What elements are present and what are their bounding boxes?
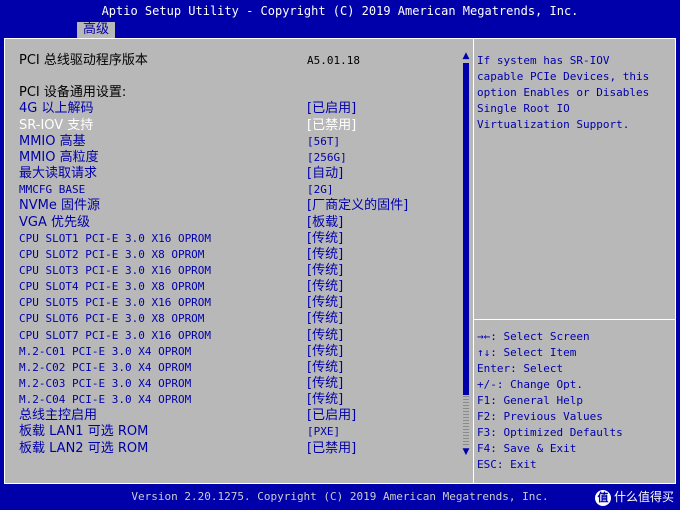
setting-label: M.2-C04 PCI-E 3.0 X4 OPROM [19, 393, 192, 407]
setting-row[interactable]: CPU SLOT1 PCI-E 3.0 X16 OPROM [传统] [19, 231, 459, 247]
setting-value[interactable]: [2G] [307, 182, 334, 198]
setting-value[interactable]: [传统] [307, 392, 343, 408]
main-panel: PCI 总线驱动程序版本 A5.01.18 PCI 设备通用设置: 4G 以上解码 [已… [4, 38, 676, 484]
setting-row[interactable]: M.2-C04 PCI-E 3.0 X4 OPROM [传统] [19, 392, 459, 408]
setting-row[interactable]: MMIO 高基 [56T] [19, 134, 459, 150]
setting-row[interactable]: MMCFG BASE [2G] [19, 182, 459, 198]
key-hint: F4: Save & Exit [477, 442, 577, 455]
setting-row[interactable]: 最大读取请求 [自动] [19, 166, 459, 182]
settings-list: PCI 总线驱动程序版本 A5.01.18 PCI 设备通用设置: 4G 以上解码 [已… [5, 39, 461, 483]
footer-version: Version 2.20.1275. Copyright (C) 2019 Am… [0, 484, 680, 510]
scrollbar[interactable]: ▲ ▼ [461, 51, 471, 457]
setting-label: SR-IOV 支持 [19, 117, 94, 133]
setting-value[interactable]: [传统] [307, 311, 343, 327]
scroll-thumb[interactable] [463, 63, 469, 395]
setting-label: NVMe 固件源 [19, 198, 100, 214]
setting-value[interactable]: [自动] [307, 166, 343, 182]
setting-label: CPU SLOT3 PCI-E 3.0 X16 OPROM [19, 263, 212, 277]
scroll-up-icon[interactable]: ▲ [461, 51, 471, 61]
key-hint: →←: Select Screen [477, 330, 590, 343]
key-hint: ESC: Exit [477, 458, 537, 471]
setting-value[interactable]: [传统] [307, 263, 343, 279]
setting-label: MMIO 高基 [19, 133, 86, 149]
setting-label: 4G 以上解码 [19, 101, 94, 117]
setting-value: A5.01.18 [307, 54, 360, 67]
setting-row[interactable]: 4G 以上解码 [已启用] [19, 101, 459, 117]
setting-row[interactable]: CPU SLOT4 PCI-E 3.0 X8 OPROM [传统] [19, 279, 459, 295]
setting-value[interactable]: [传统] [307, 376, 343, 392]
setting-label: 板载 LAN2 可选 ROM [19, 440, 149, 456]
key-hint: F2: Previous Values [477, 410, 603, 423]
setting-row[interactable]: CPU SLOT6 PCI-E 3.0 X8 OPROM [传统] [19, 311, 459, 327]
setting-label: PCI 设备通用设置: [19, 85, 127, 101]
key-legend: →←: Select Screen ↑↓: Select Item Enter: S… [477, 329, 673, 473]
setting-value[interactable]: [已启用] [307, 408, 356, 424]
setting-row[interactable]: SR-IOV 支持 [已禁用] [19, 118, 459, 134]
setting-row[interactable]: CPU SLOT5 PCI-E 3.0 X16 OPROM [传统] [19, 295, 459, 311]
setting-label: M.2-C02 PCI-E 3.0 X4 OPROM [19, 360, 192, 374]
setting-value[interactable]: [已禁用] [307, 441, 356, 457]
setting-value[interactable]: [传统] [307, 247, 343, 263]
setting-label: MMCFG BASE [19, 183, 86, 197]
watermark-text: 什么值得买 [613, 490, 674, 504]
setting-value[interactable]: [传统] [307, 328, 343, 344]
setting-info-row: PCI 总线驱动程序版本 A5.01.18 [19, 53, 459, 69]
tab-bar: 高级 [0, 22, 680, 38]
setting-value[interactable]: [传统] [307, 279, 343, 295]
scroll-down-icon[interactable]: ▼ [461, 447, 471, 457]
setting-row[interactable]: CPU SLOT7 PCI-E 3.0 X16 OPROM [传统] [19, 328, 459, 344]
setting-label: M.2-C03 PCI-E 3.0 X4 OPROM [19, 377, 192, 390]
watermark-logo-icon: 值 [594, 489, 611, 506]
setting-label: PCI 总线驱动程序版本 [19, 53, 148, 68]
setting-row[interactable]: M.2-C02 PCI-E 3.0 X4 OPROM [传统] [19, 360, 459, 376]
setting-row[interactable]: M.2-C01 PCI-E 3.0 X4 OPROM [传统] [19, 344, 459, 360]
key-hint: ↑↓: Select Item [477, 346, 577, 359]
setting-value[interactable]: [已禁用] [307, 118, 356, 134]
setting-info-row [19, 69, 459, 85]
setting-row[interactable]: CPU SLOT3 PCI-E 3.0 X16 OPROM [传统] [19, 263, 459, 279]
setting-label: CPU SLOT5 PCI-E 3.0 X16 OPROM [19, 296, 212, 310]
setting-row[interactable]: 板载 LAN2 可选 ROM [已禁用] [19, 441, 459, 457]
setting-value[interactable]: [56T] [307, 134, 340, 150]
setting-value[interactable]: [256G] [307, 150, 347, 166]
key-hint: F1: General Help [477, 394, 583, 407]
setting-label: CPU SLOT1 PCI-E 3.0 X16 OPROM [19, 231, 212, 245]
setting-row[interactable]: 总线主控启用 [已启用] [19, 408, 459, 424]
horizontal-divider [474, 319, 675, 320]
setting-row[interactable]: VGA 优先级 [板载] [19, 215, 459, 231]
setting-value[interactable]: [已启用] [307, 101, 356, 117]
help-text: If system has SR-IOV capable PCIe Device… [477, 54, 650, 131]
setting-value[interactable]: [传统] [307, 360, 343, 376]
setting-value[interactable]: [传统] [307, 231, 343, 247]
watermark: 值什么值得买 [594, 484, 674, 510]
setting-label: CPU SLOT7 PCI-E 3.0 X16 OPROM [19, 328, 212, 342]
setting-label: VGA 优先级 [19, 214, 90, 230]
setting-value[interactable]: [厂商定义的固件] [307, 198, 408, 214]
setting-label: 板载 LAN1 可选 ROM [19, 424, 149, 440]
setting-value[interactable]: [PXE] [307, 424, 340, 440]
setting-value[interactable]: [传统] [307, 295, 343, 311]
key-hint: F3: Optimized Defaults [477, 426, 623, 439]
setting-row[interactable]: CPU SLOT2 PCI-E 3.0 X8 OPROM [传统] [19, 247, 459, 263]
key-hint: +/-: Change Opt. [477, 378, 583, 391]
setting-row[interactable]: 板载 LAN1 可选 ROM [PXE] [19, 424, 459, 440]
setting-label: CPU SLOT4 PCI-E 3.0 X8 OPROM [19, 280, 205, 294]
setting-label: CPU SLOT6 PCI-E 3.0 X8 OPROM [19, 312, 205, 326]
setting-label: 最大读取请求 [19, 166, 98, 182]
setting-info-row: PCI 设备通用设置: [19, 85, 459, 101]
setting-label: 总线主控启用 [19, 408, 98, 424]
setting-value[interactable]: [板载] [307, 215, 343, 231]
setting-label: M.2-C01 PCI-E 3.0 X4 OPROM [19, 344, 192, 358]
setting-row[interactable]: M.2-C03 PCI-E 3.0 X4 OPROM [传统] [19, 376, 459, 392]
setting-row[interactable]: NVMe 固件源 [厂商定义的固件] [19, 198, 459, 214]
key-hint: Enter: Select [477, 362, 564, 375]
title-bar: Aptio Setup Utility - Copyright (C) 2019… [0, 0, 680, 22]
setting-label: CPU SLOT2 PCI-E 3.0 X8 OPROM [19, 247, 205, 261]
setting-row[interactable]: MMIO 高粒度 [256G] [19, 150, 459, 166]
setting-label: MMIO 高粒度 [19, 149, 99, 165]
vertical-divider [473, 39, 474, 483]
tab-advanced[interactable]: 高级 [77, 22, 116, 38]
setting-value[interactable]: [传统] [307, 344, 343, 360]
